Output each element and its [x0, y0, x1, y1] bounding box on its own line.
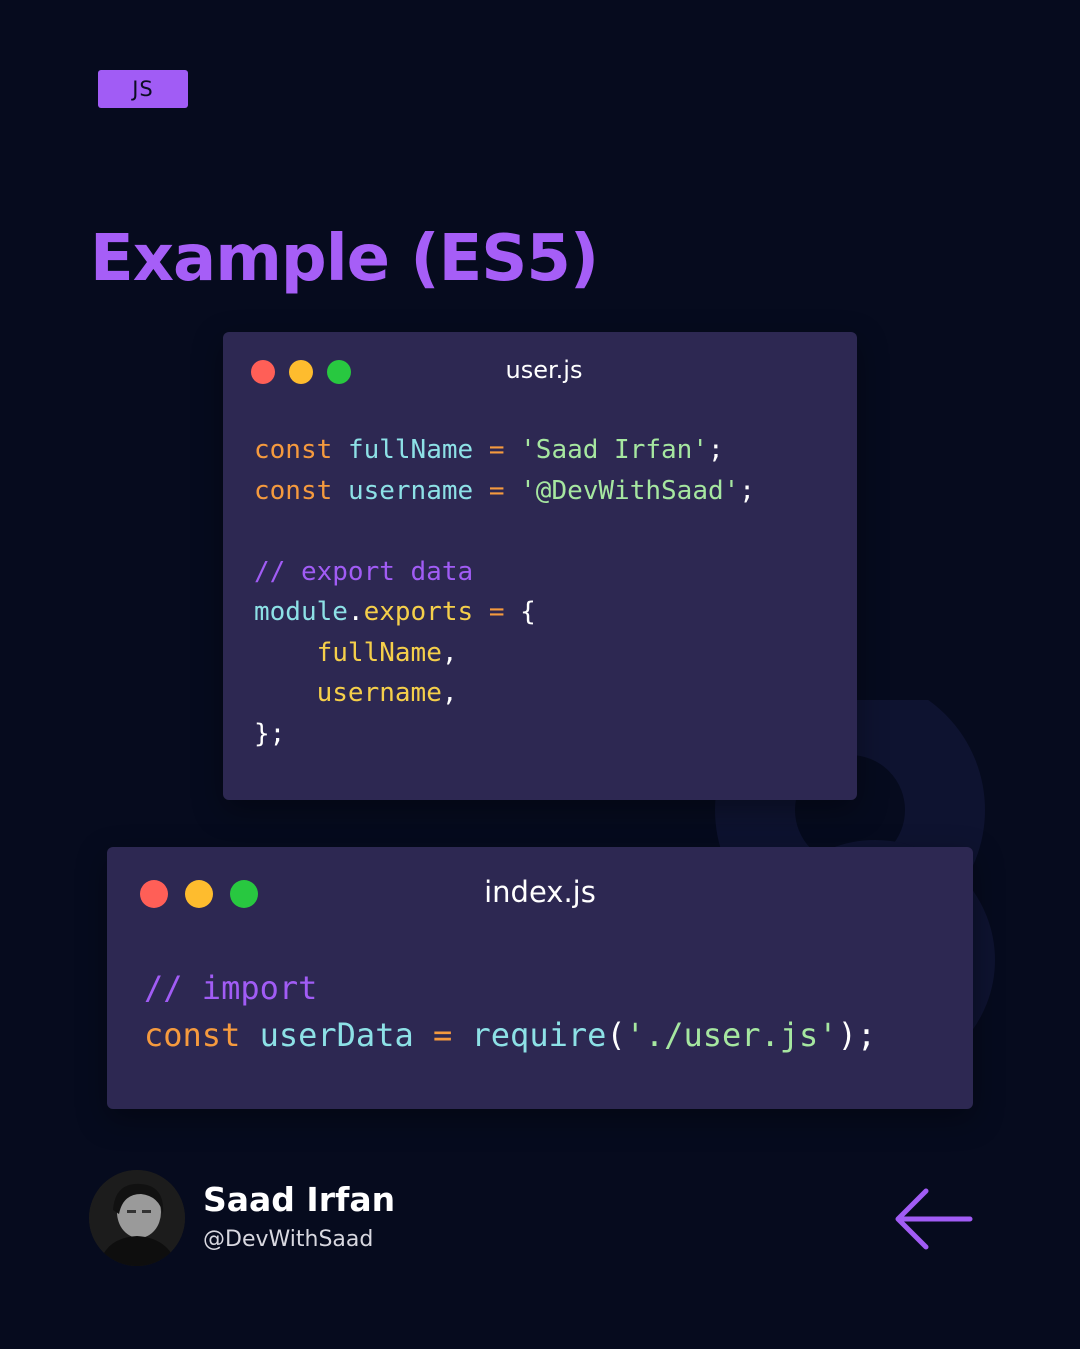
variable: username [347, 475, 474, 506]
code-block: // import const userData = require('./use… [144, 965, 876, 1059]
code-window-index-js: index.js // import const userData = requi… [107, 847, 973, 1109]
window-filename: index.js [484, 875, 596, 909]
punctuation: ; [707, 435, 724, 465]
operator: = [432, 1016, 453, 1054]
property: exports [363, 597, 474, 627]
operator: = [488, 475, 505, 506]
keyword: const [254, 475, 333, 506]
code-line: module.exports = { [254, 592, 755, 633]
avatar-image [89, 1170, 185, 1266]
punctuation: ; [739, 475, 755, 506]
punctuation: , [441, 678, 458, 708]
author-name: Saad Irfan [203, 1180, 396, 1219]
punctuation: ( [606, 1016, 626, 1054]
string: './user.js' [625, 1016, 838, 1054]
code-line: username, [254, 673, 755, 714]
window-filename: user.js [505, 356, 583, 384]
comment: // export data [254, 556, 474, 587]
function-name: require [471, 1016, 607, 1054]
operator: = [488, 597, 505, 627]
code-line: const username = '@DevWithSaad'; [254, 471, 755, 512]
object: module [254, 597, 348, 627]
code-line: fullName, [254, 633, 755, 674]
code-window-user-js: user.js const fullName = 'Saad Irfan'; co… [223, 332, 857, 800]
property: fullName [316, 637, 442, 668]
avatar [89, 1170, 185, 1266]
code-block: const fullName = 'Saad Irfan'; const user… [254, 430, 755, 754]
code-line: }; [254, 714, 755, 755]
variable: fullName [347, 435, 474, 465]
punctuation: . [347, 597, 364, 627]
code-line: const userData = require('./user.js'); [144, 1012, 876, 1059]
punctuation: { [520, 597, 536, 627]
code-line: // import [144, 965, 876, 1012]
keyword: const [144, 1016, 241, 1054]
page-title: Example (ES5) [90, 222, 599, 296]
string: 'Saad Irfan' [520, 435, 708, 465]
code-line: // export data [254, 552, 755, 593]
punctuation: , [441, 637, 458, 668]
code-line: const fullName = 'Saad Irfan'; [254, 430, 755, 471]
keyword: const [254, 435, 333, 465]
property: username [316, 678, 442, 708]
operator: = [488, 435, 505, 465]
variable: userData [259, 1016, 414, 1054]
punctuation: ); [837, 1016, 877, 1054]
author-handle: @DevWithSaad [203, 1227, 374, 1252]
language-tag: JS [98, 70, 188, 108]
arrow-left-icon[interactable] [892, 1185, 974, 1253]
string: '@DevWithSaad' [520, 475, 740, 506]
punctuation: }; [254, 718, 286, 749]
comment: // import [144, 969, 318, 1007]
